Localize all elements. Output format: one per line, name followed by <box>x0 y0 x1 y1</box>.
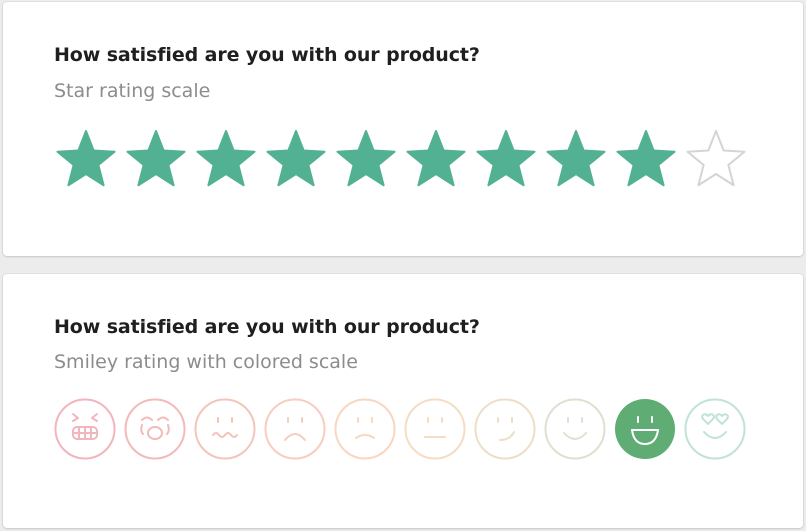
smiley-rating-question: How satisfied are you with our product? <box>54 316 480 338</box>
slight-frown-icon[interactable] <box>334 398 396 460</box>
frown-icon[interactable] <box>264 398 326 460</box>
heart-eyes-icon[interactable] <box>684 398 746 460</box>
star-empty-icon[interactable] <box>684 127 748 191</box>
star-filled-icon[interactable] <box>474 127 538 191</box>
star-rating-subtitle: Star rating scale <box>54 80 211 102</box>
smiley-rating-subtitle: Smiley rating with colored scale <box>54 351 358 373</box>
grimace-icon[interactable] <box>54 398 116 460</box>
star-filled-icon[interactable] <box>404 127 468 191</box>
star-filled-icon[interactable] <box>54 127 118 191</box>
star-filled-icon[interactable] <box>544 127 608 191</box>
star-filled-icon[interactable] <box>614 127 678 191</box>
star-filled-icon[interactable] <box>124 127 188 191</box>
neutral-icon[interactable] <box>404 398 466 460</box>
star-rating-question: How satisfied are you with our product? <box>54 44 480 66</box>
smirk-icon[interactable] <box>474 398 536 460</box>
star-filled-icon[interactable] <box>264 127 328 191</box>
grin-icon[interactable] <box>614 398 676 460</box>
smiley-rating-card: How satisfied are you with our product? … <box>3 274 803 528</box>
star-rating-card: How satisfied are you with our product? … <box>3 2 803 256</box>
smiley-rating-row <box>54 398 754 460</box>
crying-icon[interactable] <box>124 398 186 460</box>
smile-icon[interactable] <box>544 398 606 460</box>
queasy-icon[interactable] <box>194 398 256 460</box>
star-filled-icon[interactable] <box>334 127 398 191</box>
star-rating-row <box>54 127 754 191</box>
star-filled-icon[interactable] <box>194 127 258 191</box>
